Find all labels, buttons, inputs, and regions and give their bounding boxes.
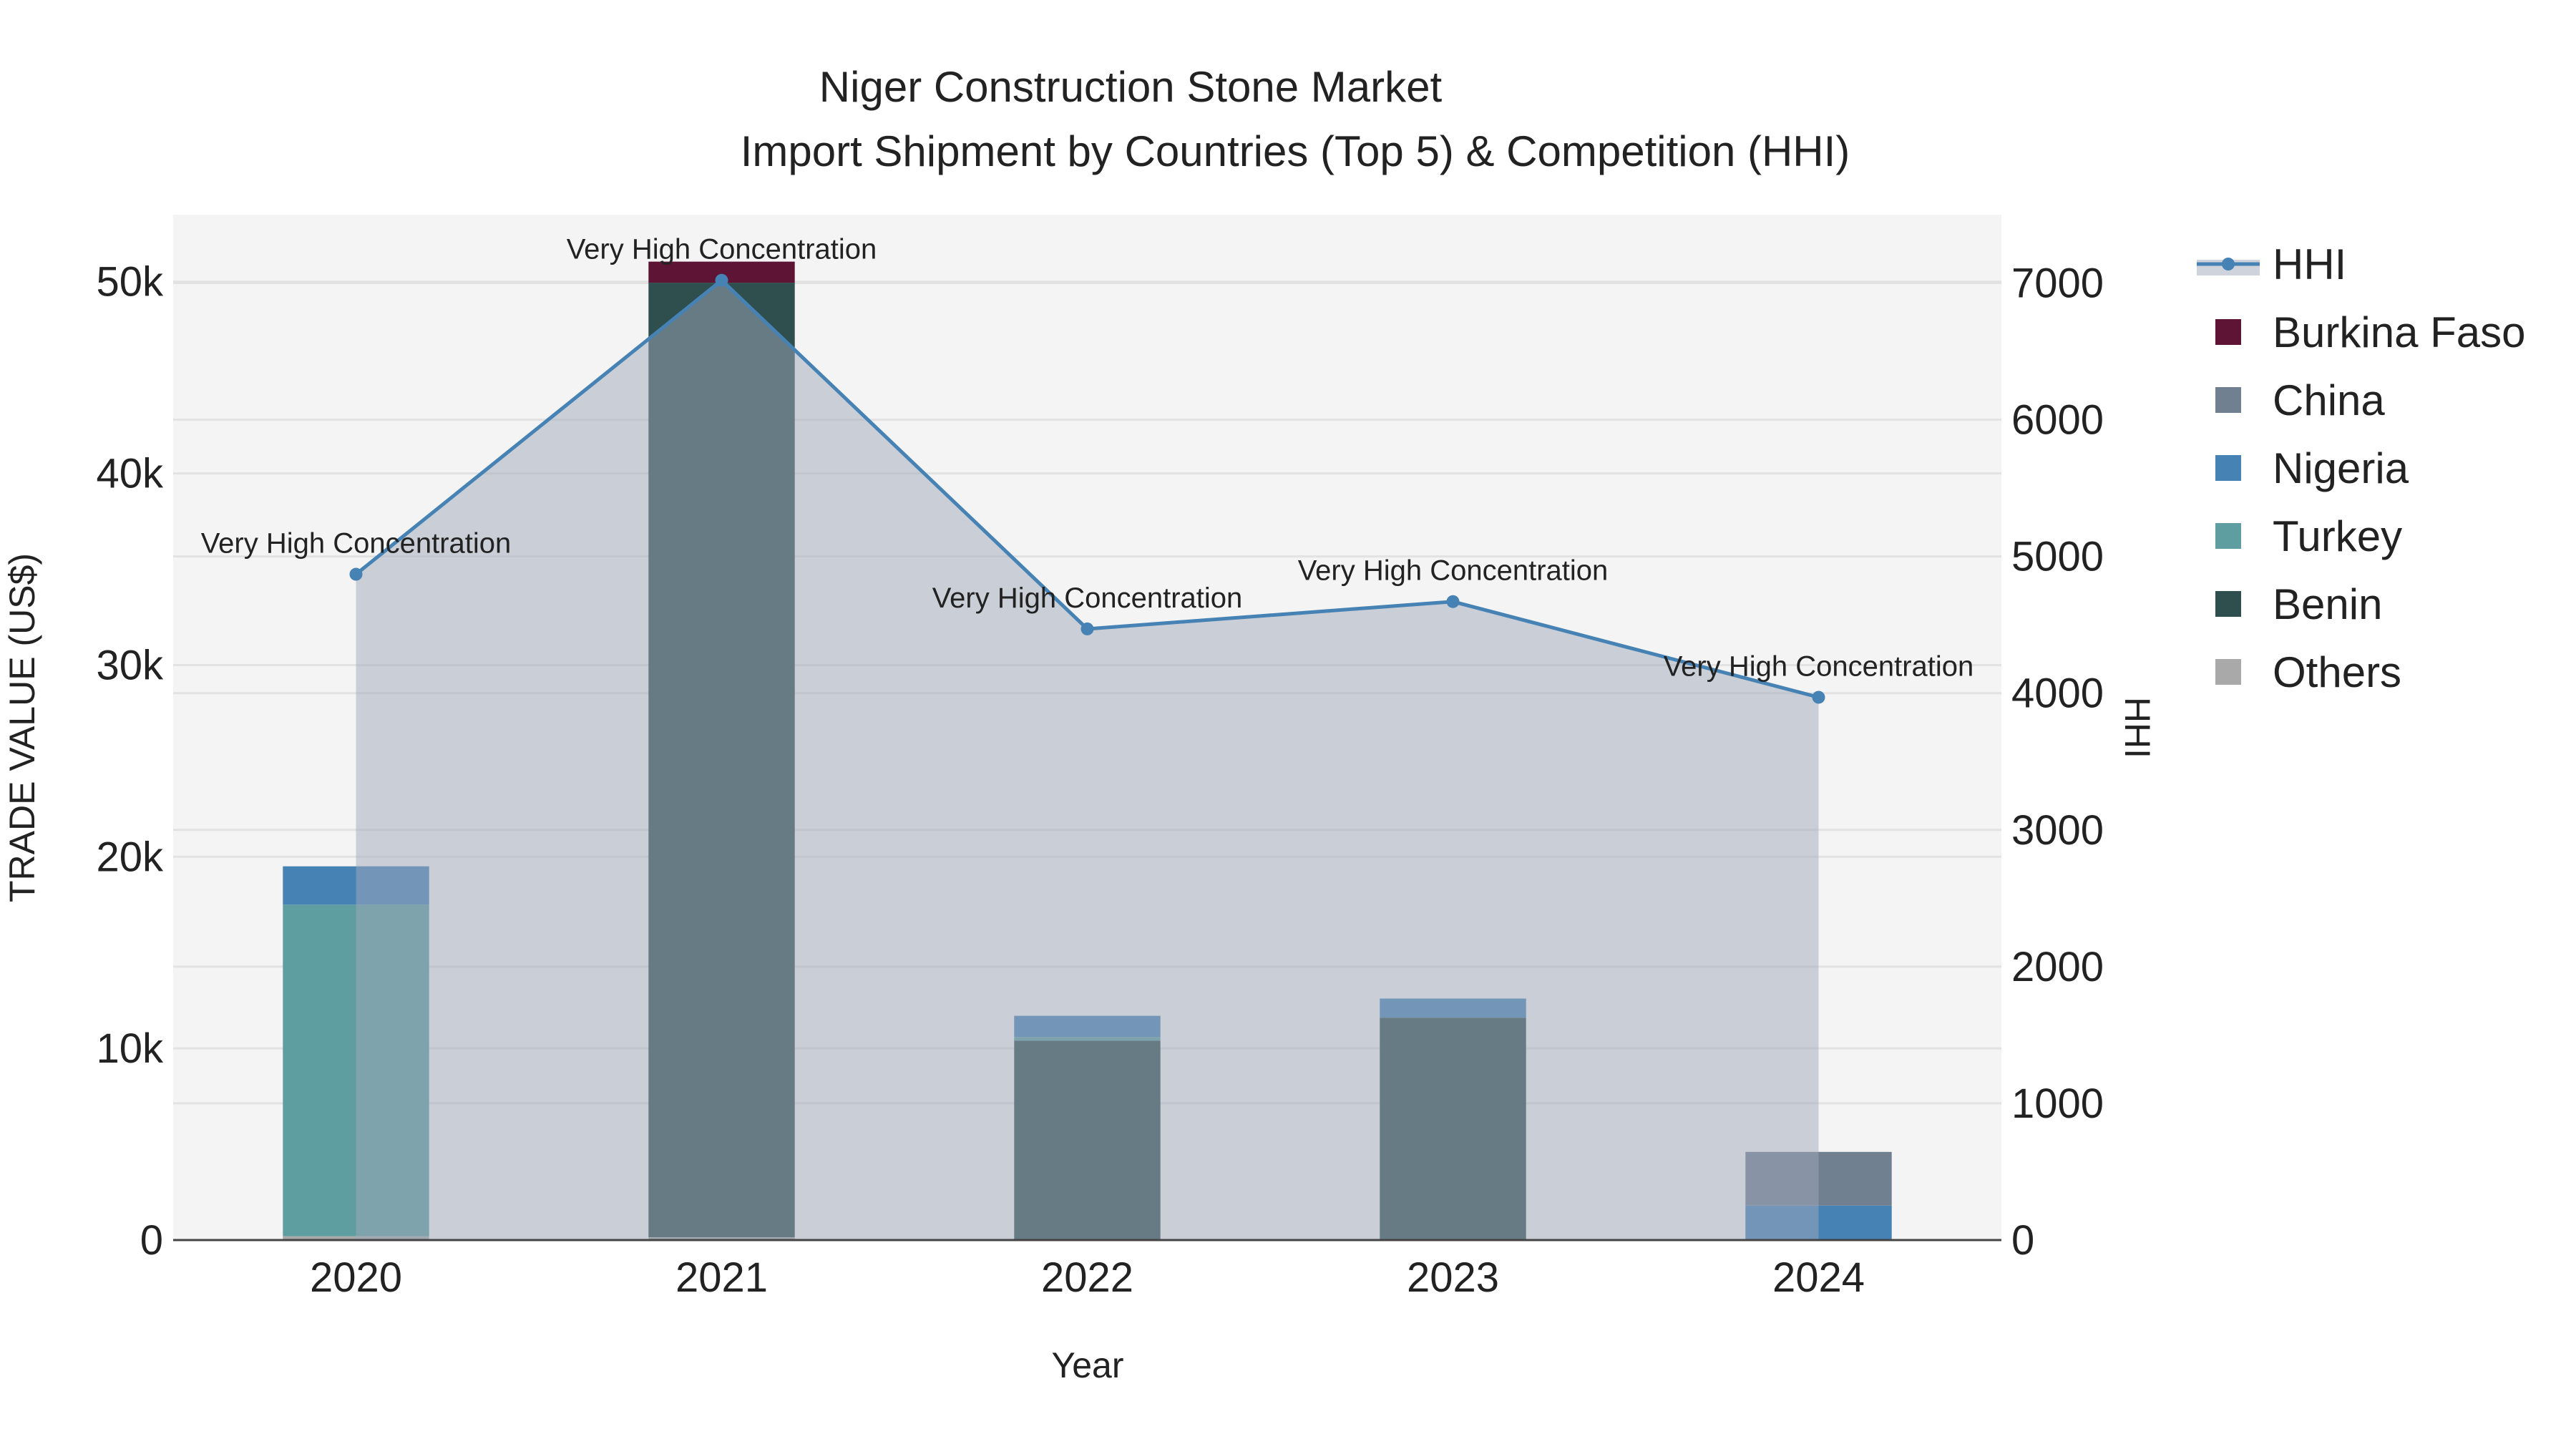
legend-label: Others <box>2273 648 2401 696</box>
x-tick-label: 2020 <box>310 1254 402 1301</box>
hhi-annotation: Very High Concentration <box>567 234 877 265</box>
legend-label: Burkina Faso <box>2273 308 2526 356</box>
y2-tick-label: 2000 <box>2011 944 2104 990</box>
x-tick-label: 2021 <box>675 1254 768 1301</box>
legend-label: Nigeria <box>2273 444 2409 492</box>
x-tick-label: 2023 <box>1407 1254 1499 1301</box>
y-tick-label: 50k <box>96 259 164 306</box>
y2-tick-label: 4000 <box>2011 670 2104 717</box>
legend-swatch-nigeria <box>2215 455 2241 481</box>
y-axis-label: TRADE VALUE (US$) <box>2 553 42 902</box>
y2-tick-label: 5000 <box>2011 534 2104 580</box>
y2-tick-label: 7000 <box>2011 260 2104 307</box>
y2-axis-label: HHI <box>2117 697 2157 758</box>
y-tick-label: 30k <box>96 642 164 688</box>
legend: HHI Burkina Faso China Nigeria Turkey Benin Ot… <box>2197 240 2526 696</box>
y2-tick-label: 1000 <box>2011 1080 2104 1127</box>
legend-swatch-turkey <box>2215 523 2241 549</box>
hhi-annotation: Very High Concentration <box>932 582 1243 614</box>
x-tick-label: 2024 <box>1772 1254 1865 1301</box>
y-tick-label: 20k <box>96 834 164 880</box>
chart: Niger Construction Stone Market Import S… <box>2 63 2526 1385</box>
hhi-point <box>1446 595 1460 608</box>
chart-title: Niger Construction Stone Market <box>819 63 1443 111</box>
y-tick-label: 0 <box>140 1217 163 1264</box>
legend-marker-hhi <box>2222 258 2235 270</box>
legend-label: Turkey <box>2273 512 2402 560</box>
y2-tick-label: 0 <box>2011 1217 2034 1264</box>
hhi-point <box>1812 691 1825 704</box>
hhi-point <box>715 273 728 287</box>
y-tick-label: 40k <box>96 451 164 497</box>
y-tick-label: 10k <box>96 1025 164 1072</box>
legend-swatch-others <box>2215 659 2241 685</box>
hhi-point <box>349 567 363 581</box>
x-axis-label: Year <box>1051 1345 1123 1385</box>
legend-swatch-burkina-faso <box>2215 319 2241 345</box>
y2-tick-label: 6000 <box>2011 397 2104 444</box>
legend-swatch-benin <box>2215 591 2241 617</box>
legend-label: HHI <box>2273 240 2346 288</box>
legend-swatch-china <box>2215 387 2241 413</box>
legend-label: Benin <box>2273 580 2382 628</box>
y2-tick-label: 3000 <box>2011 807 2104 854</box>
hhi-annotation: Very High Concentration <box>1664 650 1974 682</box>
hhi-point <box>1080 622 1094 635</box>
chart-subtitle: Import Shipment by Countries (Top 5) & C… <box>741 127 1850 175</box>
legend-label: China <box>2273 376 2385 424</box>
hhi-annotation: Very High Concentration <box>1298 555 1609 587</box>
hhi-annotation: Very High Concentration <box>201 528 512 560</box>
x-tick-label: 2022 <box>1041 1254 1133 1301</box>
